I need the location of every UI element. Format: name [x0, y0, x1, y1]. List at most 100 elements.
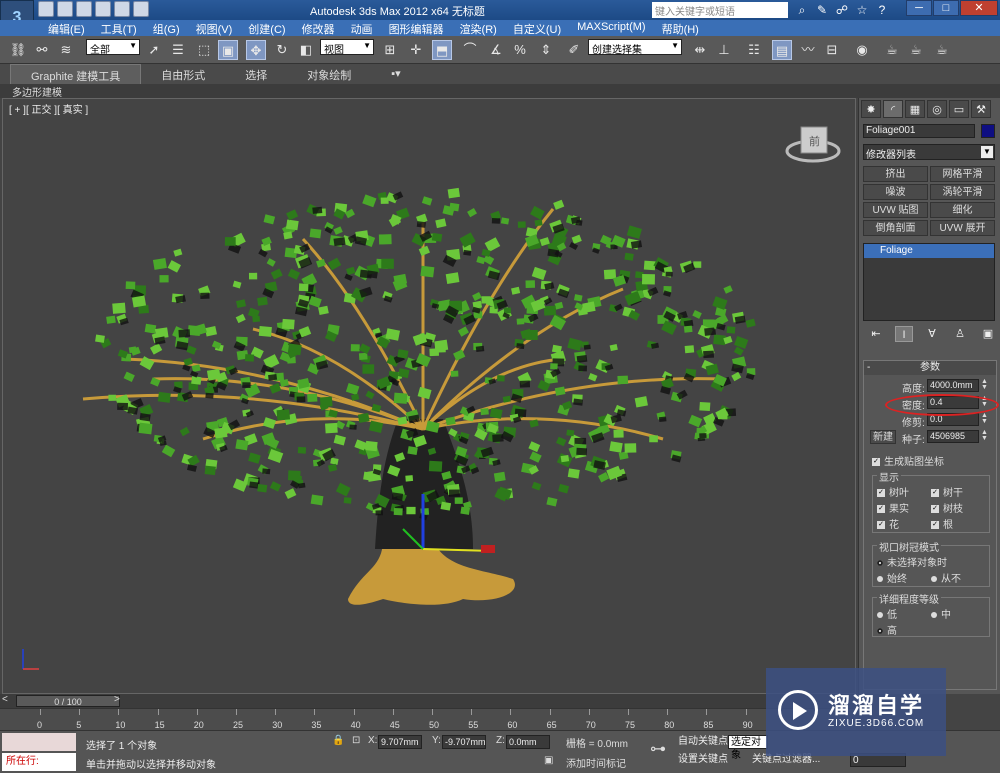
viewport-label[interactable]: [ + ][ 正交 ][ 真实 ]	[9, 101, 88, 116]
seed-field[interactable]: 4506985	[927, 430, 979, 443]
search-input[interactable]: 键入关键字或短语	[652, 2, 788, 18]
display-fruit-checkbox[interactable]: ✓ 果实	[877, 500, 909, 515]
menu-item[interactable]: 工具(T)	[93, 20, 145, 36]
angle-snap-icon[interactable]: ∡	[486, 40, 506, 60]
modifier-button[interactable]: 倒角剖面	[863, 220, 928, 236]
schematic-view-icon[interactable]: ⊟	[822, 40, 842, 60]
lod-high-radio[interactable]: 高	[877, 622, 897, 637]
ribbon-options-icon[interactable]: ▪▾	[371, 64, 420, 84]
maxscript-listener[interactable]	[2, 733, 76, 751]
scene-canvas[interactable]: 前	[3, 99, 857, 695]
render-production-icon[interactable]: ☕	[932, 40, 952, 60]
create-tab-icon[interactable]: ✸	[861, 100, 881, 118]
lod-medium-radio[interactable]: 中	[931, 606, 951, 621]
display-trunk-checkbox[interactable]: ✓ 树干	[931, 484, 963, 499]
ribbon-tab[interactable]: 自由形式	[141, 64, 225, 84]
modifier-button[interactable]: 网格平滑	[930, 166, 995, 182]
rendered-frame-icon[interactable]: ☕	[906, 40, 926, 60]
object-name-field[interactable]: Foliage001	[863, 124, 975, 138]
communication-icon[interactable]: ☍	[834, 2, 850, 18]
menu-item[interactable]: 自定义(U)	[505, 20, 569, 36]
keyboard-shortcut-icon[interactable]: ⬒	[432, 40, 452, 60]
menu-item[interactable]: 组(G)	[145, 20, 188, 36]
display-branches-checkbox[interactable]: ✓ 树枝	[931, 500, 963, 515]
display-tab-icon[interactable]: ▭	[949, 100, 969, 118]
hierarchy-tab-icon[interactable]: ▦	[905, 100, 925, 118]
menu-item[interactable]: 帮助(H)	[654, 20, 707, 36]
select-move-icon[interactable]: ✥	[246, 40, 266, 60]
modifier-button[interactable]: UVW 贴图	[863, 202, 928, 218]
display-leaves-checkbox[interactable]: ✓ 树叶	[877, 484, 909, 499]
rect-selection-icon[interactable]: ⬚	[194, 40, 214, 60]
menu-item[interactable]: 编辑(E)	[40, 20, 93, 36]
canopy-never-radio[interactable]: 从不	[931, 570, 961, 585]
named-selection-dropdown[interactable]: 创建选择集	[588, 39, 682, 56]
percent-snap-icon[interactable]: %	[510, 40, 530, 60]
lod-low-radio[interactable]: 低	[877, 606, 897, 621]
menu-item[interactable]: MAXScript(M)	[569, 20, 653, 36]
ribbon-tab[interactable]: Graphite 建模工具	[10, 64, 142, 84]
polygon-modeling-label[interactable]: 多边形建模	[12, 84, 62, 99]
ribbon-tab[interactable]: 对象绘制	[287, 64, 371, 84]
modifier-button[interactable]: 噪波	[863, 184, 928, 200]
menu-item[interactable]: 图形编辑器	[381, 20, 452, 36]
pivot-center-icon[interactable]: ⊞	[380, 40, 400, 60]
pin-stack-icon[interactable]: ⇤	[867, 326, 885, 342]
ref-coord-dropdown[interactable]: 视图	[320, 39, 374, 56]
time-slider[interactable]: 0 / 100	[16, 695, 120, 707]
configure-sets-icon[interactable]: ▣	[979, 326, 997, 342]
next-frame-icon[interactable]: >	[114, 694, 120, 705]
auto-key-button[interactable]: 自动关键点	[678, 735, 728, 749]
height-spinner[interactable]: ▲ ▼	[981, 378, 988, 391]
set-key-button[interactable]: 设置关键点	[678, 753, 728, 767]
prev-frame-icon[interactable]: <	[2, 694, 8, 705]
binoculars-icon[interactable]: ⌕	[794, 2, 810, 18]
display-roots-checkbox[interactable]: ✓ 根	[931, 516, 953, 531]
y-coord-field[interactable]: -9.707mm	[442, 735, 486, 749]
show-end-result-icon[interactable]: I	[895, 326, 913, 342]
object-color-swatch[interactable]	[981, 124, 995, 138]
new-seed-button[interactable]: 新建	[870, 430, 896, 444]
z-coord-field[interactable]: 0.0mm	[506, 735, 550, 749]
select-rotate-icon[interactable]: ↻	[272, 40, 292, 60]
maxscript-line[interactable]: 所在行:	[2, 753, 76, 771]
stack-item-foliage[interactable]: Foliage	[864, 244, 994, 258]
favorites-icon[interactable]: ☆	[854, 2, 870, 18]
curve-editor-icon[interactable]: 〰	[798, 40, 818, 60]
save-file-icon[interactable]	[76, 1, 92, 17]
modifier-button[interactable]: 挤出	[863, 166, 928, 182]
menu-item[interactable]: 修改器	[294, 20, 343, 36]
track-bar[interactable]: 0 5 10 15 20 25 30 35 40 45 50 55 60 65 70 75 80 85 90	[0, 708, 856, 730]
viewport-front[interactable]: 前 [ + ][ 正交 ][ 真实 ]	[2, 98, 856, 694]
subscription-icon[interactable]: ✎	[814, 2, 830, 18]
utilities-tab-icon[interactable]: ⚒	[971, 100, 991, 118]
x-coord-field[interactable]: 9.707mm	[378, 735, 422, 749]
make-unique-icon[interactable]: ∀	[923, 326, 941, 342]
modifier-button[interactable]: 涡轮平滑	[930, 184, 995, 200]
canopy-unselected-radio[interactable]: 未选择对象时	[877, 554, 947, 569]
time-tag-icon[interactable]: ▣	[544, 755, 553, 766]
height-field[interactable]: 4000.0mm	[927, 379, 979, 392]
redo-icon[interactable]	[114, 1, 130, 17]
modify-tab-icon[interactable]: ◜	[883, 100, 903, 118]
seed-spinner[interactable]: ▲ ▼	[981, 429, 988, 442]
lock-selection-icon[interactable]: 🔒	[332, 735, 344, 746]
project-folder-icon[interactable]	[133, 1, 149, 17]
help-icon[interactable]: ?	[874, 2, 890, 18]
bind-space-warp-icon[interactable]: ≋	[56, 40, 76, 60]
spinner-snap-icon[interactable]: ⇕	[536, 40, 556, 60]
unlink-icon[interactable]: ⚯	[32, 40, 52, 60]
menu-item[interactable]: 视图(V)	[188, 20, 241, 36]
select-by-name-icon[interactable]: ☰	[168, 40, 188, 60]
close-button[interactable]: ✕	[960, 0, 998, 16]
maximize-button[interactable]: □	[933, 0, 959, 16]
select-manipulate-icon[interactable]: ✛	[406, 40, 426, 60]
window-crossing-icon[interactable]: ▣	[218, 40, 238, 60]
modifier-button[interactable]: 细化	[930, 202, 995, 218]
edit-named-selection-icon[interactable]: ✐	[564, 40, 584, 60]
remove-modifier-icon[interactable]: ♙	[951, 326, 969, 342]
link-icon[interactable]: ⛓	[8, 40, 28, 60]
select-object-icon[interactable]: ➚	[144, 40, 164, 60]
display-flowers-checkbox[interactable]: ✓ 花	[877, 516, 899, 531]
menu-item[interactable]: 渲染(R)	[452, 20, 505, 36]
